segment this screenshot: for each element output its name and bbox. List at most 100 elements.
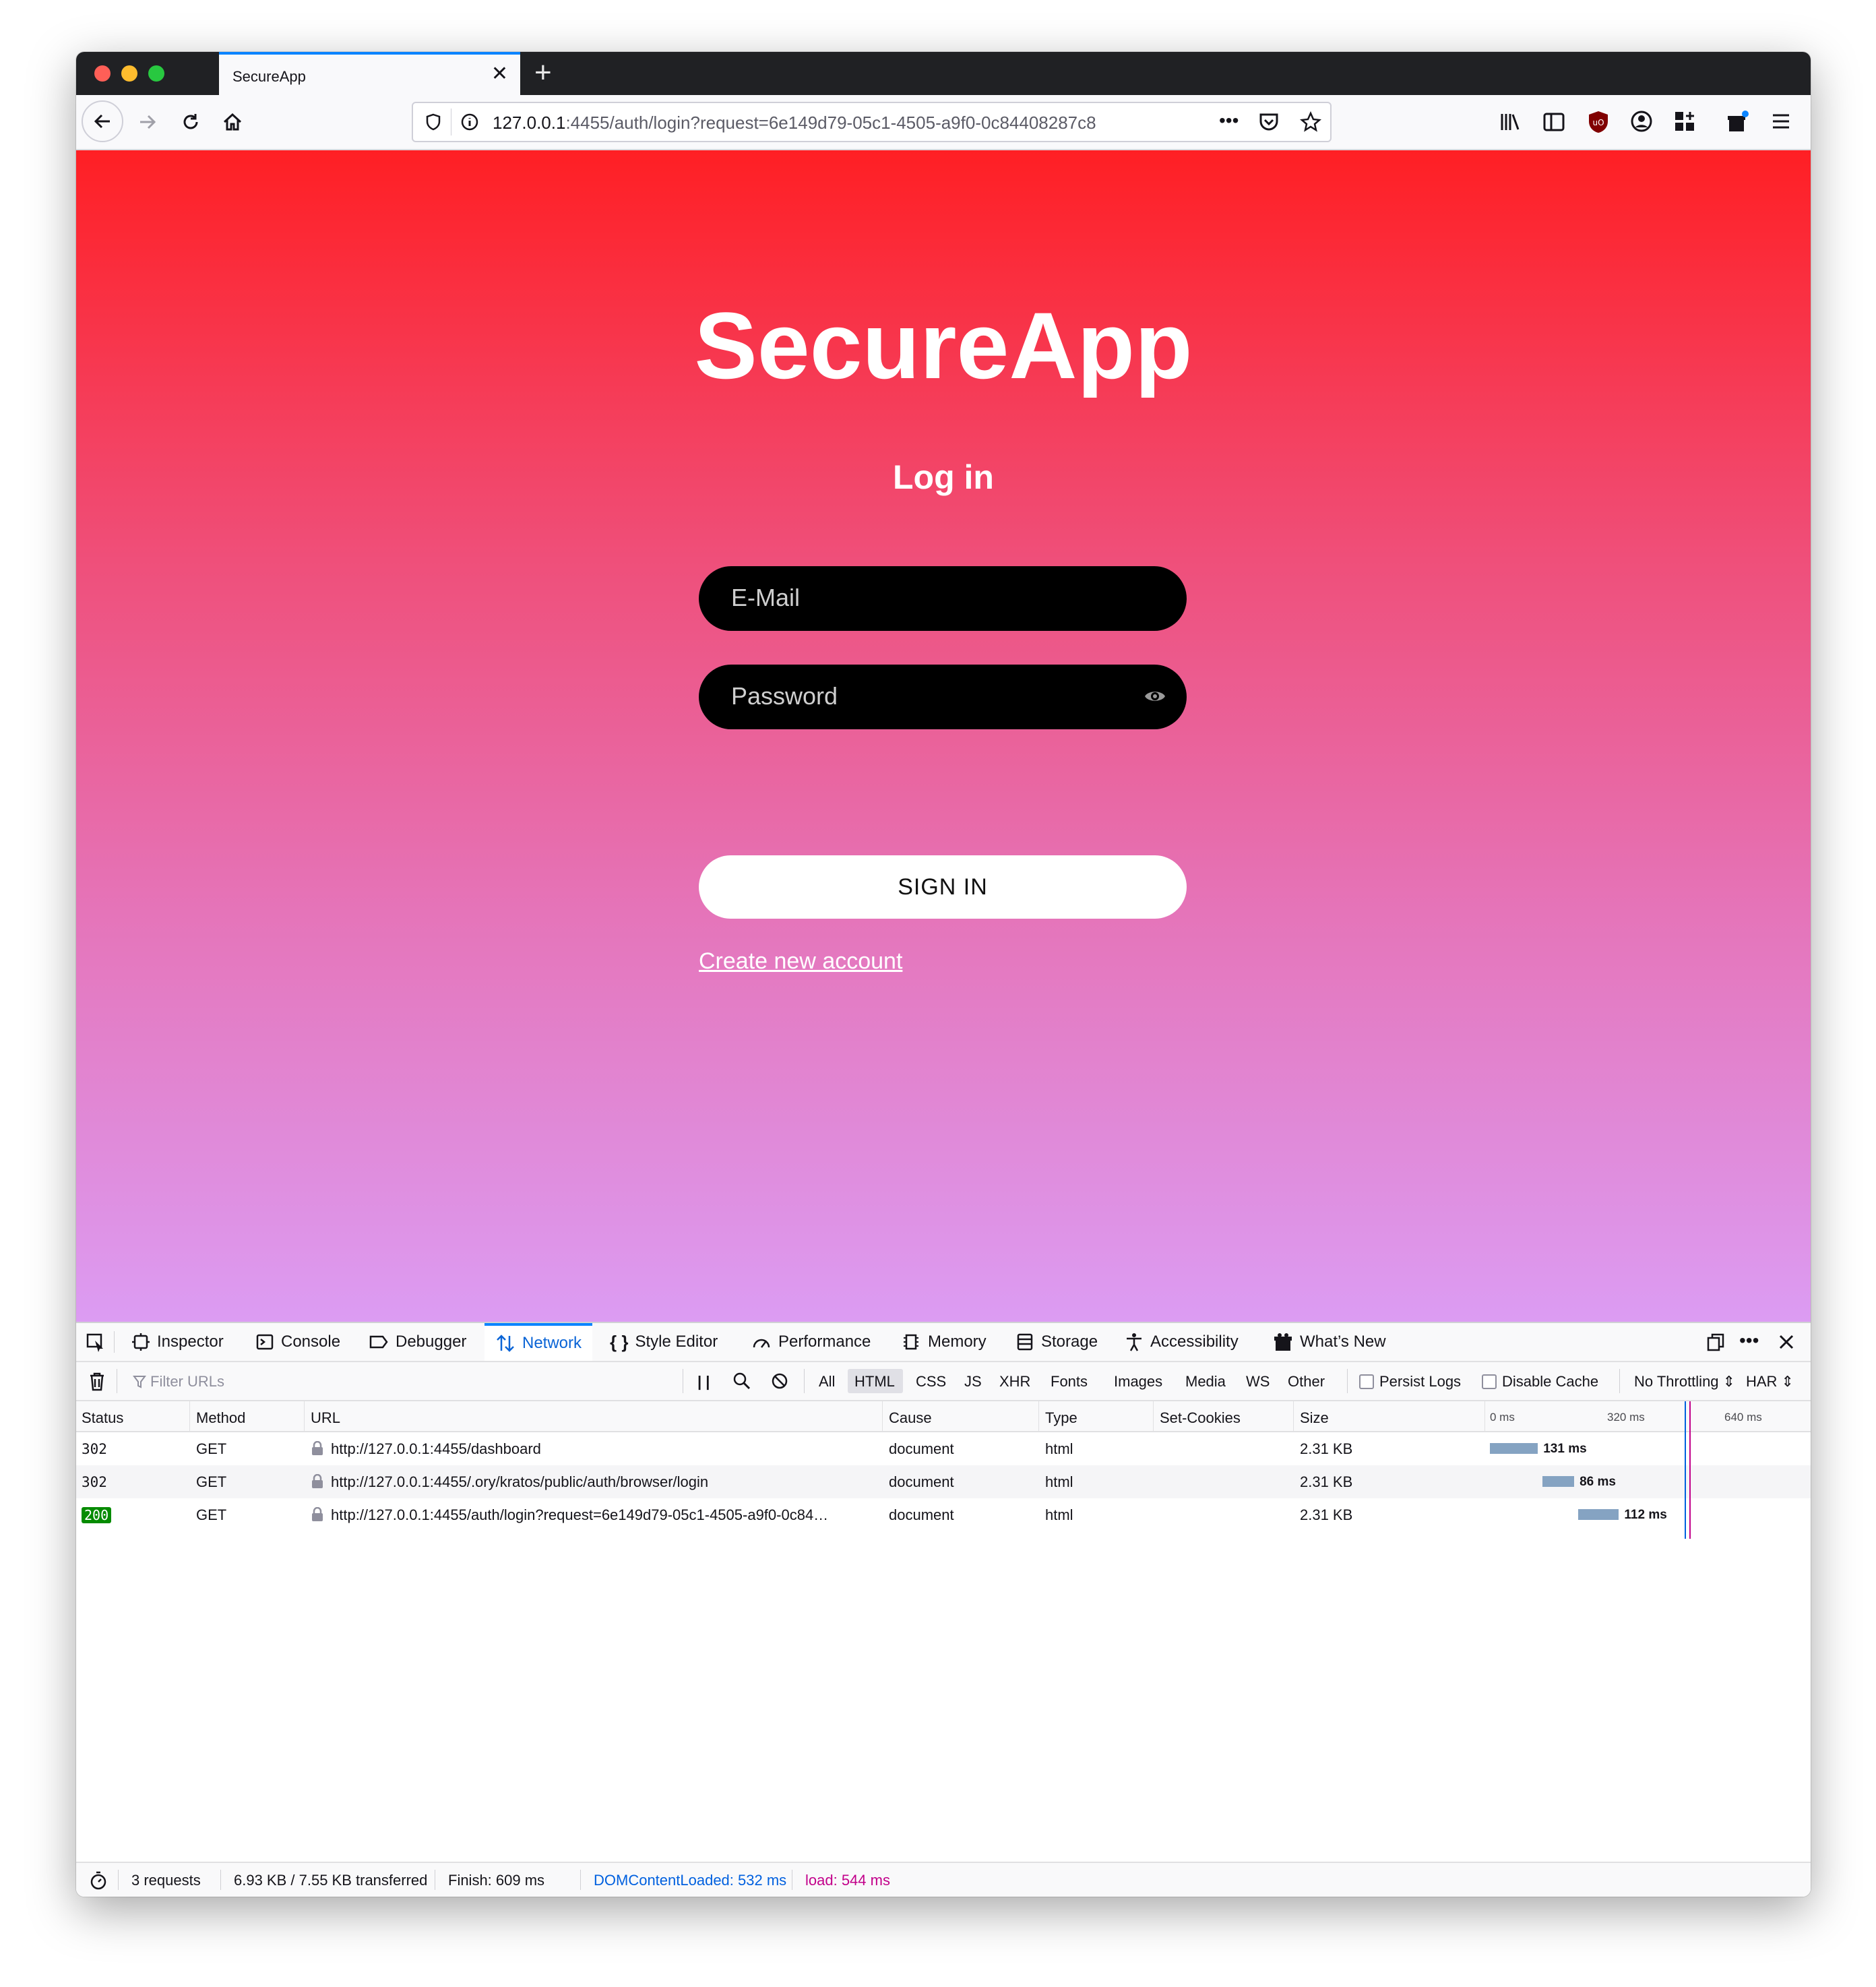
- storage-icon: [1017, 1333, 1033, 1351]
- request-type: html: [1045, 1506, 1073, 1523]
- tab-inspector[interactable]: Inspector: [131, 1323, 224, 1361]
- column-size[interactable]: Size: [1300, 1409, 1329, 1427]
- requests-table-header: Status Method URL Cause Type Set-Cookies…: [76, 1401, 1811, 1432]
- element-picker-icon[interactable]: [86, 1333, 107, 1353]
- close-devtools-icon[interactable]: [1777, 1333, 1796, 1351]
- disable-cache-checkbox[interactable]: Disable Cache: [1482, 1373, 1598, 1390]
- navigation-bar: 127.0.0.1:4455/auth/login?request=6e149d…: [76, 95, 1811, 150]
- block-icon[interactable]: [770, 1372, 789, 1390]
- shield-icon: [426, 113, 441, 131]
- filter-fonts[interactable]: Fonts: [1051, 1373, 1088, 1390]
- table-row[interactable]: 200 GET http://127.0.0.1:4455/auth/login?r…: [76, 1498, 1811, 1531]
- request-type: html: [1045, 1440, 1073, 1457]
- debugger-icon: [369, 1335, 388, 1349]
- inspector-icon: [132, 1333, 150, 1351]
- request-status: 200: [82, 1506, 112, 1524]
- request-url: http://127.0.0.1:4455/auth/login?request…: [331, 1506, 829, 1523]
- page-actions-menu-icon[interactable]: •••: [1219, 110, 1239, 131]
- new-tab-button[interactable]: +: [534, 56, 552, 90]
- load-time: load: 544 ms: [805, 1872, 890, 1889]
- filter-js[interactable]: JS: [964, 1373, 982, 1390]
- tab-performance-label: Performance: [778, 1333, 871, 1351]
- url-path: :4455/auth/login?request=6e149d79-05c1-4…: [565, 113, 1096, 133]
- filter-urls-input[interactable]: Filter URLs: [150, 1373, 224, 1390]
- status-code: 302: [82, 1441, 107, 1457]
- tab-accessibility[interactable]: Accessibility: [1125, 1323, 1239, 1361]
- persist-logs-checkbox[interactable]: Persist Logs: [1359, 1373, 1461, 1390]
- filter-html[interactable]: HTML: [854, 1373, 895, 1390]
- filter-other[interactable]: Other: [1288, 1373, 1325, 1390]
- lock-icon: [312, 1441, 323, 1455]
- search-icon[interactable]: [732, 1372, 751, 1390]
- tab-debugger[interactable]: Debugger: [369, 1323, 466, 1361]
- tab-close-button[interactable]: ✕: [491, 64, 508, 84]
- filter-ws[interactable]: WS: [1246, 1373, 1270, 1390]
- password-field[interactable]: Password: [699, 665, 1187, 729]
- zoom-window-button[interactable]: [148, 65, 164, 82]
- devtools-more-icon[interactable]: •••: [1739, 1330, 1759, 1351]
- tab-network[interactable]: Network: [484, 1323, 593, 1361]
- column-type[interactable]: Type: [1045, 1409, 1077, 1427]
- column-method[interactable]: Method: [196, 1409, 245, 1427]
- tab-storage[interactable]: Storage: [1015, 1323, 1098, 1361]
- lock-icon: [312, 1474, 323, 1488]
- tab-performance[interactable]: Performance: [751, 1323, 871, 1361]
- request-method: GET: [196, 1473, 227, 1490]
- pause-icon[interactable]: | |: [697, 1373, 710, 1390]
- filter-css[interactable]: CSS: [916, 1373, 946, 1390]
- browser-tab[interactable]: SecureApp ✕: [219, 52, 520, 95]
- url-bar[interactable]: 127.0.0.1:4455/auth/login?request=6e149d…: [412, 102, 1332, 142]
- library-icon: [1501, 114, 1520, 130]
- column-set-cookies[interactable]: Set-Cookies: [1160, 1409, 1241, 1427]
- har-menu[interactable]: HAR ⇕: [1746, 1373, 1794, 1390]
- filter-media[interactable]: Media: [1185, 1373, 1226, 1390]
- network-arrows-icon: [497, 1335, 514, 1352]
- dom-content-loaded-marker: [1685, 1401, 1687, 1539]
- request-count: 3 requests: [131, 1872, 201, 1889]
- filter-xhr[interactable]: XHR: [999, 1373, 1030, 1390]
- back-button[interactable]: [82, 100, 123, 142]
- accessibility-person-icon: [1127, 1333, 1142, 1351]
- timeline-tick-0: 0 ms: [1490, 1411, 1515, 1424]
- filter-all[interactable]: All: [819, 1373, 835, 1390]
- request-method: GET: [196, 1440, 227, 1457]
- tab-whats-new[interactable]: What’s New: [1273, 1323, 1386, 1361]
- close-window-button[interactable]: [94, 65, 111, 82]
- dock-toggle-icon[interactable]: [1706, 1333, 1726, 1353]
- tab-memory[interactable]: Memory: [901, 1323, 987, 1361]
- reload-button[interactable]: [177, 109, 204, 135]
- column-cause[interactable]: Cause: [889, 1409, 932, 1427]
- column-url[interactable]: URL: [311, 1409, 340, 1427]
- email-field[interactable]: E-Mail: [699, 566, 1187, 631]
- column-status[interactable]: Status: [82, 1409, 123, 1427]
- email-placeholder: E-Mail: [731, 584, 801, 611]
- hamburger-menu-icon: [1773, 114, 1789, 129]
- forward-button[interactable]: [134, 109, 161, 135]
- tab-console[interactable]: Console: [255, 1323, 340, 1361]
- forward-arrow-icon: [140, 115, 156, 129]
- home-button[interactable]: [219, 109, 246, 135]
- tab-style-editor[interactable]: { } Style Editor: [610, 1323, 718, 1361]
- devtools-toolbar: Inspector Console Debugger Network { } S…: [76, 1323, 1811, 1362]
- lock-icon: [312, 1507, 323, 1521]
- create-account-link[interactable]: Create new account: [699, 948, 902, 975]
- memory-chip-icon: [904, 1334, 918, 1350]
- home-icon: [223, 113, 242, 131]
- show-password-eye-icon[interactable]: [1144, 686, 1166, 706]
- url-host: 127.0.0.1: [493, 113, 566, 133]
- title-bar: SecureApp ✕ +: [76, 52, 1811, 95]
- browser-window: SecureApp ✕ + 127.0.0.1:4455/auth/login?…: [76, 52, 1811, 1897]
- tab-title: SecureApp: [232, 68, 306, 85]
- stopwatch-icon[interactable]: [88, 1870, 108, 1891]
- clear-trash-icon[interactable]: [88, 1372, 106, 1392]
- tab-style-editor-label: Style Editor: [635, 1333, 718, 1351]
- throttling-select[interactable]: No Throttling ⇕: [1634, 1373, 1735, 1390]
- url-text[interactable]: 127.0.0.1:4455/auth/login?request=6e149d…: [493, 113, 1173, 133]
- minimize-window-button[interactable]: [121, 65, 137, 82]
- tab-network-label: Network: [522, 1334, 582, 1352]
- tab-storage-label: Storage: [1041, 1333, 1098, 1351]
- filter-images[interactable]: Images: [1114, 1373, 1162, 1390]
- waterfall-duration: 86 ms: [1580, 1475, 1616, 1489]
- sign-in-button[interactable]: SIGN IN: [699, 855, 1187, 919]
- dom-content-loaded: DOMContentLoaded: 532 ms: [594, 1872, 787, 1889]
